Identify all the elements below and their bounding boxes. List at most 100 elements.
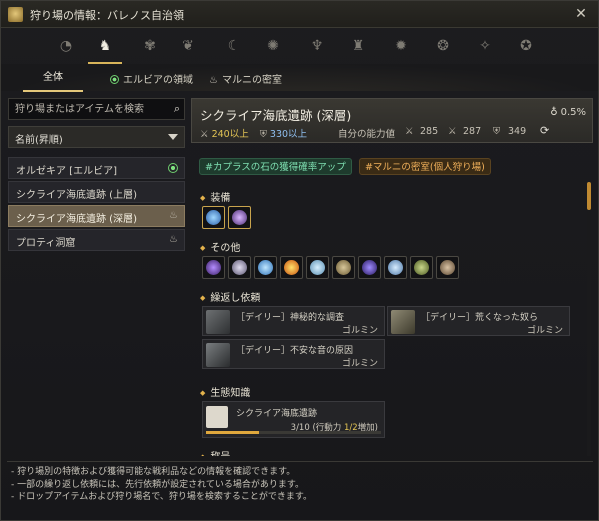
zone-label: シクライア海底遺跡 (深層) [16,214,137,225]
zone-item-sycraia-abyssal[interactable]: シクライア海底遺跡 (深層) ♨ [8,205,185,227]
star-icon[interactable]: ✧ [472,33,498,59]
search-input[interactable] [15,102,160,117]
title-bar[interactable]: 狩り場の情報：バレノス自治領 ✕ [1,1,598,28]
zone-item-sycraia-upper[interactable]: シクライア海底遺跡 (上層) [8,181,185,203]
help-text-3: - ドロップアイテムおよび狩り場名で、狩り場を検索することができます。 [11,492,312,502]
drop-rate: ♁ 0.5% [550,107,586,118]
item-icon [310,260,325,275]
marni-icon: ♨ [209,75,218,86]
quest-card-1[interactable]: ［デイリー］神秘的な調査 ゴルミン [202,306,385,336]
zone-label: オルゼキア [エルビア] [16,166,117,177]
zone-title: シクライア海底遺跡 (深層) [200,108,352,123]
zone-list: オルゼキア [エルビア] シクライア海底遺跡 (上層) シクライア海底遺跡 (深… [8,157,185,253]
item-other-10[interactable] [436,256,459,279]
tab-marni-label: マルニの密室 [221,75,282,86]
sort-dropdown[interactable]: 名前(昇順) [8,126,185,148]
refresh-icon[interactable]: ⟳ [540,124,549,137]
zone-detail-panel: シクライア海底遺跡 (深層) ♁ 0.5% ⚔ 240以上 ⛨ 330以上 自分の… [191,96,593,456]
item-other-8[interactable] [384,256,407,279]
region-icon-12[interactable]: ✪ [513,33,539,59]
zone-label: シクライア海底遺跡 (上層) [16,190,137,201]
help-text-1: - 狩り場別の特徴および獲得可能な戦利品などの情報を確認できます。 [11,467,296,477]
zone-detail-content: 装備 その他 繰返し依頼 ［デイリー］神秘的な調査 ゴルミン ［デイリー］荒く [191,182,585,456]
knowledge-progress-fill [206,431,259,434]
ap-icon: ⚔ [405,126,414,137]
region-icon-7[interactable]: ♆ [304,33,330,59]
quest-title: ［デイリー］不安な音の原因 [236,346,354,356]
tag-marni[interactable]: #マルニの密室(個人狩り場) [358,158,491,175]
section-quests: 繰返し依頼 [200,289,260,304]
item-other-1[interactable] [202,256,225,279]
sort-label: 名前(昇順) [15,135,63,146]
tab-marni[interactable]: ♨ マルニの密室 [209,71,282,86]
item-icon [206,260,221,275]
my-awakening-ap: 287 [463,126,482,137]
item-icon [258,260,273,275]
awakening-ap-icon: ⚔ [448,126,457,137]
item-other-7[interactable] [358,256,381,279]
filter-tabs: 全体 エルビアの領域 ♨ マルニの密室 [1,64,598,92]
quest-card-3[interactable]: ［デイリー］不安な音の原因 ゴルミン [202,339,385,369]
dp-icon: ⛨ [259,129,267,140]
window-icon [8,7,23,22]
tag-caphras[interactable]: #カプラスの石の獲得確率アップ [199,158,352,175]
help-footer: - 狩り場別の特徴および獲得可能な戦利品などの情報を確認できます。 - 一部の繰… [7,461,593,517]
section-equipment: 装備 [200,189,230,204]
quest-npc-icon [206,343,230,367]
knowledge-card[interactable]: シクライア海底遺跡 3/10 (行動力 1/2増加) [202,401,385,438]
region-icon-8[interactable]: ♜ [345,33,371,59]
elvia-icon [168,163,178,173]
item-other-4[interactable] [280,256,303,279]
tab-all[interactable]: 全体 [23,68,83,92]
scrollbar[interactable] [587,182,591,456]
scrollbar-thumb[interactable] [587,182,591,210]
region-icon-1[interactable]: ◔ [53,33,79,59]
drop-rate-value: 0.5% [560,107,586,118]
my-stats-label: 自分の能力値 [338,129,396,140]
search-icon[interactable]: ⌕ [174,102,180,116]
quest-title: ［デイリー］荒くなった奴ら [421,313,539,323]
zone-tags: #カプラスの石の獲得確率アップ #マルニの密室(個人狩り場) [199,158,495,176]
region-icon-9[interactable]: ✹ [388,33,414,59]
horse-icon[interactable]: ♞ [92,33,118,59]
item-other-5[interactable] [306,256,329,279]
item-other-2[interactable] [228,256,251,279]
item-icon [414,260,429,275]
item-other-3[interactable] [254,256,277,279]
my-ap: 285 [420,126,439,137]
region-icon-10[interactable]: ❂ [430,33,456,59]
item-other-6[interactable] [332,256,355,279]
dp-icon: ⛨ [493,126,501,137]
section-knowledge: 生態知識 [200,384,250,399]
marni-icon: ♨ [169,210,178,221]
moon-icon[interactable]: ☾ [221,33,247,59]
zone-item-proti-cave[interactable]: プロティ洞窟 ♨ [8,229,185,251]
region-icon-6[interactable]: ✺ [260,33,286,59]
my-dp: 349 [508,126,527,137]
equipment-icon [206,210,221,225]
knowledge-title: シクライア海底遺跡 [236,409,318,419]
region-category-row: ◔ ♞ ✾ ❦ ☾ ✺ ♆ ♜ ✹ ❂ ✧ ✪ [1,29,598,63]
item-equipment-2[interactable] [228,206,251,229]
hunting-ground-window: 狩り場の情報：バレノス自治領 ✕ ◔ ♞ ✾ ❦ ☾ ✺ ♆ ♜ ✹ ❂ ✧ ✪… [0,0,599,521]
tab-elvia-label: エルビアの領域 [123,75,193,86]
item-other-9[interactable] [410,256,433,279]
quest-npc: ゴルミン [526,326,563,336]
tab-elvia[interactable]: エルビアの領域 [110,71,193,86]
section-title-rewards: 称号 [200,448,230,456]
marni-icon: ♨ [169,234,178,245]
equipment-icon [232,210,247,225]
quest-card-2[interactable]: ［デイリー］荒くなった奴ら ゴルミン [387,306,570,336]
region-icon-3[interactable]: ✾ [137,33,163,59]
quest-npc-icon [391,310,415,334]
quest-npc-icon [206,310,230,334]
required-dp: 330以上 [269,129,308,140]
region-icon-4[interactable]: ❦ [175,33,201,59]
zone-item-orzekia[interactable]: オルゼキア [エルビア] [8,157,185,179]
item-icon [336,260,351,275]
item-equipment-1[interactable] [202,206,225,229]
ap-icon: ⚔ [200,129,209,140]
close-button[interactable]: ✕ [572,5,590,23]
item-icon [440,260,455,275]
item-icon [362,260,377,275]
